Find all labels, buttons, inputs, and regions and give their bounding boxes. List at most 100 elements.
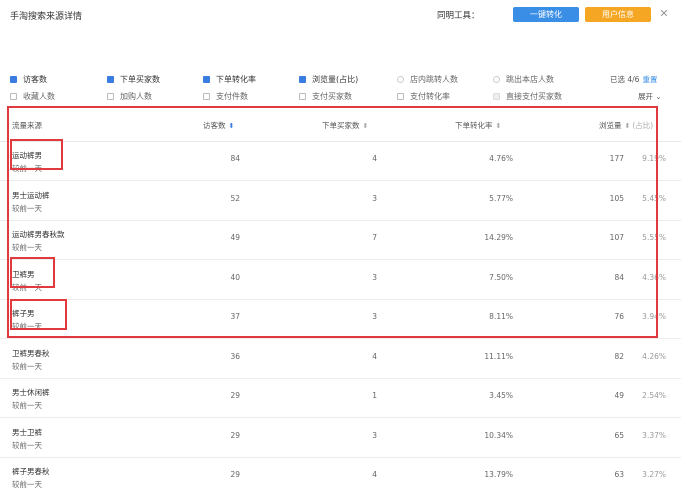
source-cell: 男士运动裤 较前一天 (12, 189, 50, 215)
metric-option[interactable]: 浏览量(占比) (299, 74, 358, 85)
rate-cell: 4.76% (489, 154, 513, 163)
checkbox[interactable] (397, 93, 404, 100)
checkbox[interactable] (107, 76, 114, 83)
checkbox[interactable] (299, 76, 306, 83)
sort-icon: ⬍ (362, 122, 369, 130)
radio-button[interactable] (397, 76, 404, 83)
buyers-cell: 4 (372, 154, 377, 163)
compare-label: 较前一天 (12, 401, 42, 410)
header-visitors[interactable]: 访客数 ⬍ (203, 120, 234, 131)
metric-option[interactable]: 收藏人数 (10, 91, 55, 102)
source-cell: 男士休闲裤 较前一天 (12, 386, 50, 412)
metric-option[interactable]: 加购人数 (107, 91, 152, 102)
header-pv[interactable]: 浏览量 ⬍ (占比) (599, 120, 653, 131)
rate-cell: 13.79% (484, 470, 513, 479)
checkbox[interactable] (203, 76, 210, 83)
close-icon[interactable]: ✕ (658, 8, 670, 20)
reset-link[interactable]: 重置 (642, 75, 657, 84)
checkbox[interactable] (10, 76, 17, 83)
checkbox[interactable] (299, 93, 306, 100)
metric-label: 支付转化率 (410, 92, 450, 101)
table-row[interactable]: 卫裤男 较前一天 40 3 7.50% 84 4.36% (0, 261, 681, 300)
pv-cell: 49 (614, 391, 624, 400)
share-cell: 3.94% (642, 312, 666, 321)
table-row[interactable]: 裤子男 较前一天 37 3 8.11% 76 3.94% (0, 300, 681, 339)
metric-option[interactable]: 支付买家数 (299, 91, 352, 102)
metric-option[interactable]: 下单转化率 (203, 74, 256, 85)
metric-option[interactable]: 支付转化率 (397, 91, 450, 102)
table-row[interactable]: 运动裤男春秋款 较前一天 49 7 14.29% 107 5.55% (0, 221, 681, 260)
share-cell: 4.36% (642, 272, 666, 282)
source-keyword: 运动裤男 (12, 151, 42, 160)
table-row[interactable]: 卫裤男春秋 较前一天 36 4 11.11% 82 4.26% (0, 340, 681, 379)
share-cell: 4.26% (642, 351, 666, 361)
table-header: 流量来源 访客数 ⬍ 下单买家数 ⬍ 下单转化率 ⬍ 浏览量 ⬍ (占比) (0, 108, 681, 142)
visitors-cell: 37 (230, 312, 240, 321)
checkbox[interactable] (107, 93, 114, 100)
rate-cell: 10.34% (484, 430, 513, 440)
rate-cell: 14.29% (484, 233, 513, 242)
visitors-cell: 40 (230, 272, 240, 282)
chevron-down-icon: ⌄ (655, 92, 662, 101)
table-row[interactable]: 男士卫裤 较前一天 29 3 10.34% 65 3.37% (0, 419, 681, 458)
header-pv-label: 浏览量 (599, 121, 622, 130)
metric-label: 下单买家数 (120, 75, 160, 84)
metric-option[interactable]: 下单买家数 (107, 74, 160, 85)
table-row[interactable]: 裤子男春秋 较前一天 29 4 13.79% 63 3.27% (0, 458, 681, 493)
radio-button[interactable] (493, 76, 500, 83)
header-source: 流量来源 (12, 121, 42, 130)
buyers-cell: 7 (372, 233, 377, 242)
checkbox[interactable] (10, 93, 17, 100)
metric-label: 下单转化率 (216, 75, 256, 84)
visitors-cell: 29 (230, 470, 240, 479)
metric-label: 加购人数 (120, 92, 152, 101)
source-cell: 运动裤男春秋款 较前一天 (12, 228, 65, 254)
metric-label: 直接支付买家数 (506, 92, 562, 101)
table-row[interactable]: 运动裤男 较前一天 84 4 4.76% 177 9.19% (0, 142, 681, 181)
visitors-cell: 52 (230, 193, 240, 203)
table-row[interactable]: 男士休闲裤 较前一天 29 1 3.45% 49 2.54% (0, 379, 681, 418)
metric-option[interactable]: 店内跳转人数 (397, 74, 458, 85)
metric-option[interactable]: 跳出本店人数 (493, 74, 554, 85)
source-cell: 男士卫裤 较前一天 (12, 426, 42, 452)
source-keyword: 裤子男 (12, 309, 35, 318)
header-rate[interactable]: 下单转化率 ⬍ (455, 120, 501, 131)
table-row[interactable]: 男士运动裤 较前一天 52 3 5.77% 105 5.45% (0, 182, 681, 221)
buyers-cell: 4 (372, 351, 377, 361)
source-keyword: 男士休闲裤 (12, 388, 50, 397)
checkbox[interactable] (493, 93, 500, 100)
expand-label: 展开 (638, 92, 653, 101)
visitors-cell: 36 (230, 351, 240, 361)
compare-label: 较前一天 (12, 440, 42, 450)
buyers-cell: 3 (372, 312, 377, 321)
buyers-cell: 3 (372, 272, 377, 282)
visitors-cell: 49 (230, 233, 240, 242)
compare-label: 较前一天 (12, 480, 42, 489)
metric-label: 支付件数 (216, 92, 248, 101)
compare-label: 较前一天 (12, 164, 42, 173)
metric-label: 支付买家数 (312, 92, 352, 101)
metric-option[interactable]: 支付件数 (203, 91, 248, 102)
convert-button[interactable]: 一键转化 (513, 7, 579, 22)
source-cell: 裤子男 较前一天 (12, 307, 42, 333)
source-keyword: 运动裤男春秋款 (12, 230, 65, 239)
metric-option[interactable]: 访客数 (10, 74, 47, 85)
header-bar: 手淘搜索来源详情 同明工具： 一键转化 用户信息 ✕ (0, 0, 681, 30)
page-title: 手淘搜索来源详情 (10, 12, 83, 22)
expand-toggle[interactable]: 展开 ⌄ (638, 91, 662, 102)
metric-label: 收藏人数 (23, 92, 55, 101)
header-buyers[interactable]: 下单买家数 ⬍ (322, 120, 368, 131)
rate-cell: 8.11% (489, 312, 513, 321)
source-cell: 运动裤男 较前一天 (12, 149, 42, 175)
user-info-button[interactable]: 用户信息 (585, 7, 651, 22)
checkbox[interactable] (203, 93, 210, 100)
sort-icon: ⬍ (228, 122, 235, 130)
rate-cell: 3.45% (489, 391, 513, 400)
share-cell: 5.55% (642, 233, 666, 242)
pv-cell: 105 (609, 193, 624, 203)
pv-cell: 65 (614, 430, 624, 440)
compare-label: 较前一天 (12, 243, 42, 252)
sort-icon: ⬍ (624, 122, 631, 130)
source-cell: 卫裤男 较前一天 (12, 268, 42, 294)
header-rate-label: 下单转化率 (455, 121, 493, 130)
